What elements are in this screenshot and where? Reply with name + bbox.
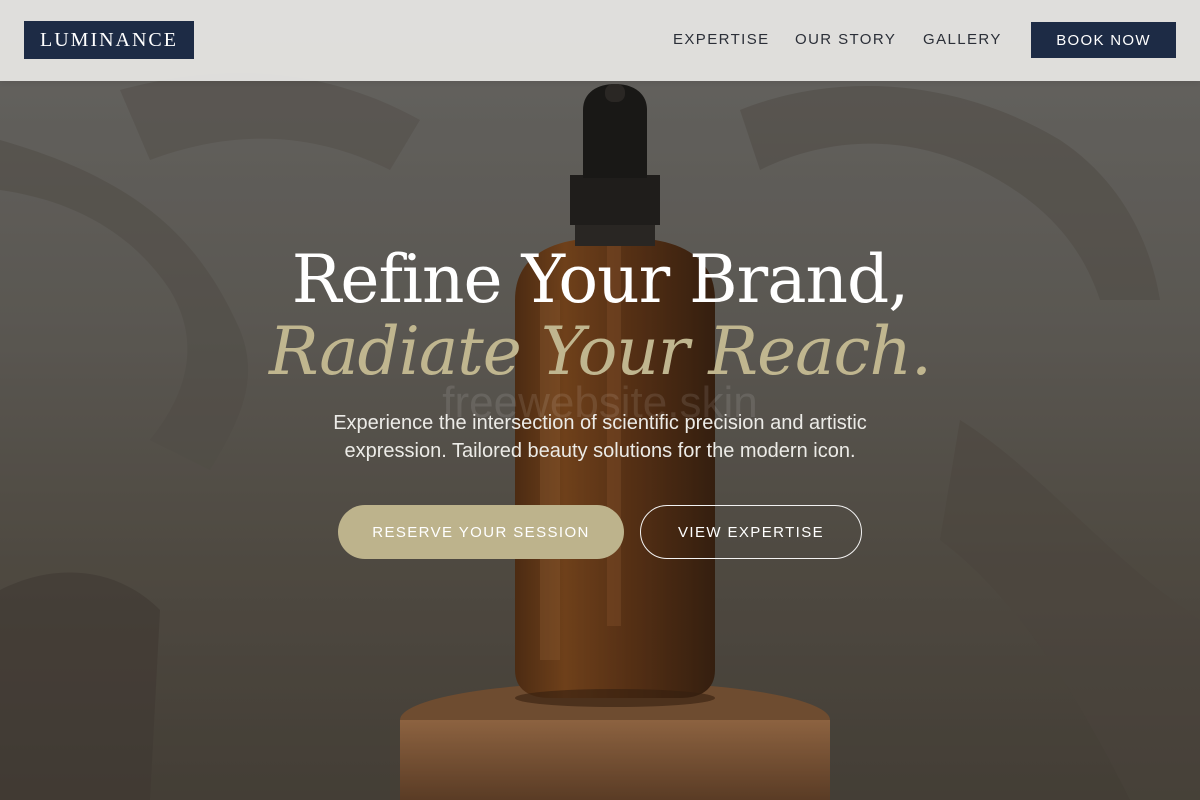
hero-subtitle-line2: expression. Tailored beauty solutions fo…: [344, 440, 856, 462]
book-now-button[interactable]: BOOK NOW: [1031, 22, 1176, 58]
reserve-session-button[interactable]: RESERVE YOUR SESSION: [338, 505, 624, 559]
nav-link-gallery[interactable]: GALLERY: [923, 31, 1002, 48]
nav-link-our-story[interactable]: OUR STORY: [795, 31, 896, 48]
logo[interactable]: LUMINANCE: [24, 21, 194, 59]
hero-title-line1: Refine Your Brand,: [291, 241, 910, 318]
nav-link-expertise[interactable]: EXPERTISE: [673, 31, 770, 48]
view-expertise-button[interactable]: VIEW EXPERTISE: [640, 505, 862, 559]
hero-subtitle-line1: Experience the intersection of scientifi…: [333, 412, 867, 434]
site-header: LUMINANCE EXPERTISE OUR STORY GALLERY BO…: [0, 0, 1200, 81]
hero-subtitle: Experience the intersection of scientifi…: [0, 409, 1200, 465]
